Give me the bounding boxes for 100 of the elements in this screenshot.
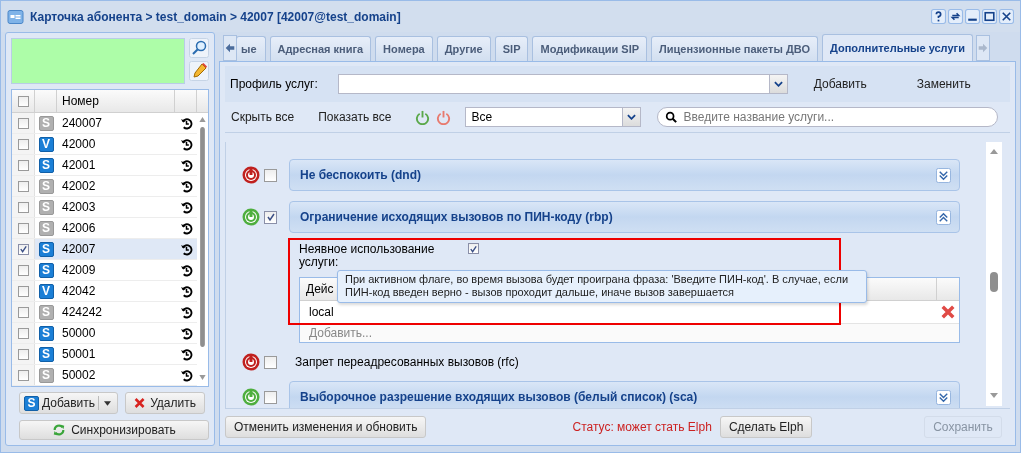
power-icon[interactable]	[242, 353, 260, 371]
phone-type-badge: V	[38, 283, 54, 299]
checkbox[interactable]	[17, 222, 29, 234]
search-icon	[665, 111, 678, 123]
power-icon[interactable]	[242, 166, 260, 184]
tab[interactable]: Лицензионные пакеты ДВО	[651, 36, 818, 61]
number-cell-text: 240007	[61, 115, 104, 132]
history-icon[interactable]	[179, 263, 193, 277]
number-cell-text: 50002	[61, 367, 97, 384]
phone-type-badge: S	[38, 241, 54, 257]
number-cell-text: 42009	[61, 262, 97, 279]
toggle-icon[interactable]	[936, 209, 951, 225]
tab[interactable]: Дополнительные услуги	[822, 34, 973, 61]
toggle-icon[interactable]	[936, 167, 951, 183]
pencil-icon[interactable]	[189, 61, 209, 81]
checkbox[interactable]	[17, 243, 29, 255]
history-icon[interactable]	[179, 347, 193, 361]
tab[interactable]: Адресная книга	[269, 36, 372, 61]
scrollbar[interactable]	[986, 142, 1002, 406]
refresh-icon	[52, 423, 67, 437]
field-label: Неявное использование услуги:	[299, 243, 436, 269]
history-icon[interactable]	[179, 158, 193, 172]
phone-type-badge: S	[38, 262, 54, 278]
number-cell-text: 42042	[61, 283, 97, 300]
show-all-button[interactable]: Показать все	[318, 110, 392, 124]
service-panel-header[interactable]: Не беспокоить (dnd)	[289, 159, 960, 191]
checkbox[interactable]	[17, 159, 29, 171]
cross-icon	[134, 396, 146, 410]
checkbox[interactable]	[17, 117, 29, 129]
checkbox[interactable]	[17, 327, 29, 339]
phone-type-badge: S	[38, 325, 54, 341]
hide-all-button[interactable]: Скрыть все	[231, 110, 295, 124]
scroll-left-icon[interactable]	[223, 35, 237, 61]
number-cell-text: 50001	[61, 346, 97, 363]
phone-type-badge: S	[38, 115, 54, 131]
delete-icon[interactable]	[941, 305, 955, 319]
tab[interactable]: Номера	[375, 36, 433, 61]
add-row-field[interactable]: Добавить...	[309, 326, 373, 340]
history-icon[interactable]	[179, 200, 193, 214]
search-field[interactable]: Введите название услуги...	[657, 107, 998, 127]
service-panel-header[interactable]: Выборочное разрешение входящих вызовов (белый список) (sca)	[289, 381, 960, 408]
number-cell-text: 42006	[61, 220, 97, 237]
history-icon[interactable]	[179, 179, 193, 193]
delete-button[interactable]: Удалить	[125, 392, 205, 414]
tab[interactable]: Другие	[436, 36, 491, 61]
search-icon[interactable]	[189, 38, 209, 58]
checkbox[interactable]	[17, 138, 29, 150]
history-icon[interactable]	[179, 326, 193, 340]
checkbox[interactable]	[468, 243, 479, 254]
number-cell-text: 42007	[61, 241, 97, 258]
checkbox[interactable]	[264, 355, 277, 369]
cancel-refresh-button[interactable]: Отменить изменения и обновить	[225, 416, 427, 438]
checkbox[interactable]	[264, 168, 277, 182]
checkbox[interactable]	[264, 210, 277, 224]
checkbox[interactable]	[17, 348, 29, 360]
service-panel-header[interactable]: Ограничение исходящих вызовов по ПИН-коду (rbp)	[289, 201, 960, 233]
caret-icon[interactable]	[773, 81, 783, 87]
tab[interactable]: Модификации SIP	[532, 36, 648, 61]
number-cell-text: 424242	[61, 304, 104, 321]
history-icon[interactable]	[179, 221, 193, 235]
number-cell-text: 42000	[61, 136, 97, 153]
history-icon[interactable]	[179, 137, 193, 151]
checkbox[interactable]	[17, 201, 29, 213]
checkbox[interactable]	[17, 369, 29, 381]
sync-button[interactable]: Синхронизировать	[19, 420, 209, 440]
minimize-icon[interactable]	[965, 9, 980, 24]
phone-type-badge: S	[38, 178, 54, 194]
history-icon[interactable]	[179, 368, 193, 382]
add-button[interactable]: S Добавить	[19, 392, 118, 414]
make-elph-button[interactable]: Сделать Elph	[719, 416, 813, 438]
checkbox[interactable]	[17, 180, 29, 192]
history-icon[interactable]	[179, 284, 193, 298]
phone-type-badge: V	[38, 136, 54, 152]
help-icon[interactable]	[931, 9, 946, 24]
refresh-icon[interactable]	[948, 9, 963, 24]
number-cell-text: 50000	[61, 325, 97, 342]
phone-type-badge: S	[38, 304, 54, 320]
tab[interactable]: ые	[236, 36, 266, 61]
history-icon[interactable]	[179, 305, 193, 319]
replace-link[interactable]: Заменить	[916, 77, 971, 91]
checkbox[interactable]	[264, 390, 277, 404]
caret-icon[interactable]	[627, 114, 637, 120]
phone-type-badge: S	[38, 199, 54, 215]
filter-dropdown[interactable]: Все	[465, 107, 642, 127]
caret-icon[interactable]	[104, 400, 111, 406]
maximize-icon[interactable]	[982, 9, 997, 24]
checkbox[interactable]	[17, 306, 29, 318]
phone-type-badge: S	[38, 367, 54, 383]
checkbox[interactable]	[17, 95, 29, 107]
toggle-icon[interactable]	[936, 389, 951, 405]
add-link[interactable]: Добавить	[813, 77, 867, 91]
tab[interactable]: SIP	[494, 36, 529, 61]
close-icon[interactable]	[999, 9, 1014, 24]
history-icon[interactable]	[179, 116, 193, 130]
checkbox[interactable]	[17, 285, 29, 297]
window-title: Карточка абонента > test_domain > 42007 [42007@test_domain]	[30, 9, 401, 24]
checkbox[interactable]	[17, 264, 29, 276]
phone-type-badge: S	[38, 157, 54, 173]
power-icon[interactable]	[242, 388, 260, 406]
history-icon[interactable]	[179, 242, 193, 256]
